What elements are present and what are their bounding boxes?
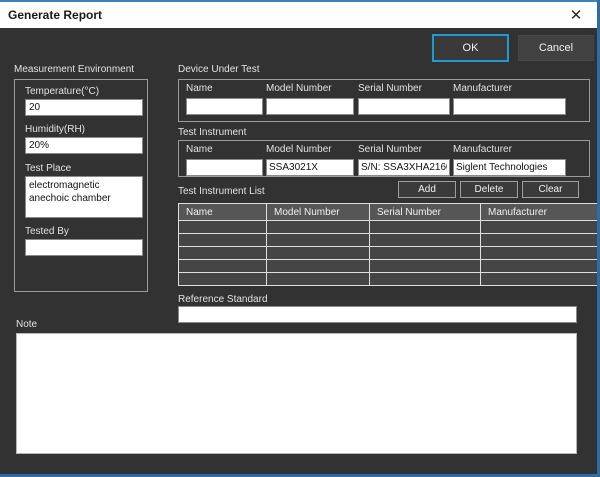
dut-manufacturer-field: Manufacturer <box>453 83 566 115</box>
table-cell <box>370 234 481 247</box>
ok-button[interactable]: OK <box>432 34 509 62</box>
dut-serial-label: Serial Number <box>358 83 450 94</box>
table-cell <box>267 247 370 260</box>
table-cell <box>179 273 267 286</box>
dut-model-label: Model Number <box>266 83 354 94</box>
column-header-serial-number[interactable]: Serial Number <box>370 204 481 221</box>
column-header-model-number[interactable]: Model Number <box>267 204 370 221</box>
test-place-label: Test Place <box>25 163 71 174</box>
table-header: Name Model Number Serial Number Manufact… <box>179 204 600 221</box>
column-header-name[interactable]: Name <box>179 204 267 221</box>
dut-name-input[interactable] <box>186 98 263 115</box>
reference-standard-label: Reference Standard <box>178 294 268 305</box>
tested-by-input[interactable] <box>25 239 143 256</box>
close-button[interactable]: ✕ <box>557 2 595 28</box>
device-under-test-label: Device Under Test <box>178 64 260 75</box>
column-header-manufacturer[interactable]: Manufacturer <box>481 204 600 221</box>
device-under-test-group: Name Model Number Serial Number Manufact… <box>178 79 590 122</box>
dut-model-field: Model Number <box>266 83 354 115</box>
test-instrument-list-table: Name Model Number Serial Number Manufact… <box>178 203 600 286</box>
table-cell <box>179 221 267 234</box>
ti-manufacturer-field: Manufacturer <box>453 144 566 176</box>
humidity-label: Humidity(RH) <box>25 124 85 135</box>
note-label: Note <box>16 319 37 330</box>
cancel-button[interactable]: Cancel <box>518 35 594 61</box>
table-cell <box>370 260 481 273</box>
table-cell <box>267 260 370 273</box>
title-bar[interactable]: Generate Report ✕ <box>0 2 597 28</box>
measurement-environment-group: Temperature(°C) Humidity(RH) Test Place … <box>14 79 148 292</box>
ti-name-field: Name <box>186 144 263 176</box>
ti-model-field: Model Number <box>266 144 354 176</box>
table-cell <box>370 247 481 260</box>
dut-model-input[interactable] <box>266 98 354 115</box>
table-cell <box>179 234 267 247</box>
dut-manufacturer-input[interactable] <box>453 98 566 115</box>
test-instrument-table-body <box>179 221 600 286</box>
table-cell <box>481 273 600 286</box>
table-cell <box>481 247 600 260</box>
table-cell <box>481 260 600 273</box>
ti-name-input[interactable] <box>186 159 263 176</box>
dut-manufacturer-label: Manufacturer <box>453 83 566 94</box>
ti-serial-label: Serial Number <box>358 144 450 155</box>
table-row[interactable] <box>179 273 600 286</box>
table-row[interactable] <box>179 247 600 260</box>
tested-by-label: Tested By <box>25 226 69 237</box>
temperature-input[interactable] <box>25 99 143 116</box>
delete-button[interactable]: Delete <box>460 181 518 198</box>
table-cell <box>267 221 370 234</box>
table-row[interactable] <box>179 234 600 247</box>
dut-name-label: Name <box>186 83 263 94</box>
table-cell <box>179 247 267 260</box>
ti-manufacturer-label: Manufacturer <box>453 144 566 155</box>
table-cell <box>267 234 370 247</box>
dialog-body: OK Cancel Measurement Environment Temper… <box>0 28 597 474</box>
ti-manufacturer-input[interactable] <box>453 159 566 176</box>
test-instrument-list-label: Test Instrument List <box>178 186 265 197</box>
table-cell <box>481 234 600 247</box>
note-input[interactable] <box>16 333 577 454</box>
dut-serial-field: Serial Number <box>358 83 450 115</box>
table-cell <box>481 221 600 234</box>
ti-model-input[interactable] <box>266 159 354 176</box>
table-cell <box>267 273 370 286</box>
generate-report-dialog: Generate Report ✕ OK Cancel Measurement … <box>0 0 600 477</box>
measurement-environment-label: Measurement Environment <box>14 64 134 75</box>
ti-serial-input[interactable] <box>358 159 450 176</box>
table-row[interactable] <box>179 221 600 234</box>
reference-standard-input[interactable] <box>178 306 577 323</box>
add-button[interactable]: Add <box>398 181 456 198</box>
ti-model-label: Model Number <box>266 144 354 155</box>
table-row[interactable] <box>179 260 600 273</box>
clear-button[interactable]: Clear <box>522 181 579 198</box>
ti-name-label: Name <box>186 144 263 155</box>
test-instrument-group: Name Model Number Serial Number Manufact… <box>178 140 590 177</box>
temperature-label: Temperature(°C) <box>25 86 99 97</box>
table-cell <box>370 273 481 286</box>
close-icon: ✕ <box>570 8 583 23</box>
table-cell <box>370 221 481 234</box>
dut-serial-input[interactable] <box>358 98 450 115</box>
humidity-input[interactable] <box>25 137 143 154</box>
ti-serial-field: Serial Number <box>358 144 450 176</box>
dut-name-field: Name <box>186 83 263 115</box>
table-cell <box>179 260 267 273</box>
dialog-title: Generate Report <box>0 8 102 22</box>
test-place-input[interactable]: electromagnetic anechoic chamber <box>25 176 143 218</box>
window-edge-top <box>0 0 600 2</box>
test-instrument-label: Test Instrument <box>178 127 246 138</box>
